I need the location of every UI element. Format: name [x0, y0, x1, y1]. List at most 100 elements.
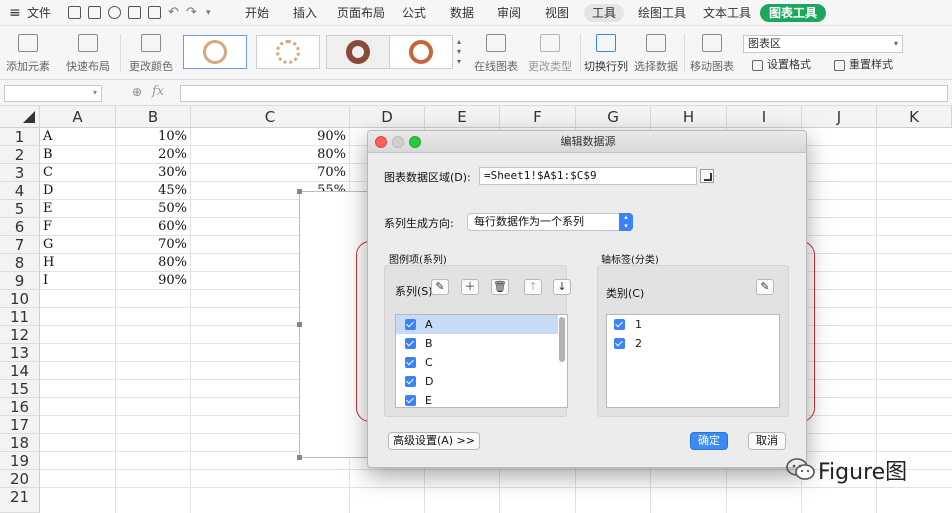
zoom-window-icon[interactable]	[409, 136, 421, 148]
resize-handle[interactable]	[297, 455, 302, 460]
row-header-8[interactable]: 8	[0, 254, 40, 272]
cell-a9[interactable]: I	[40, 272, 115, 290]
row-header-15[interactable]: 15	[0, 380, 40, 398]
column-header-b[interactable]: B	[116, 106, 191, 128]
move-chart-button[interactable]: 移动图表	[690, 26, 734, 80]
tab-text-tools[interactable]: 文本工具	[703, 0, 751, 26]
tab-chart-tools[interactable]: 图表工具	[760, 4, 827, 22]
open-folder-icon[interactable]	[68, 6, 81, 19]
tab-insert[interactable]: 插入	[293, 0, 317, 26]
row-header-11[interactable]: 11	[0, 308, 40, 326]
switch-row-col-button[interactable]: 切换行列	[584, 26, 628, 80]
series-direction-select[interactable]: 每行数据作为一个系列 ▴ ▾	[467, 213, 633, 231]
column-header-f[interactable]: F	[500, 106, 576, 128]
cell-b2[interactable]: 20%	[116, 146, 190, 164]
print-preview-icon[interactable]	[148, 6, 161, 19]
cell-a5[interactable]: E	[40, 200, 115, 218]
edit-series-button[interactable]: ✎	[431, 279, 449, 295]
resize-handle[interactable]	[297, 189, 302, 194]
tab-home[interactable]: 开始	[245, 0, 269, 26]
cell-a6[interactable]: F	[40, 218, 115, 236]
cell-b1[interactable]: 10%	[116, 128, 190, 146]
zoom-search-icon[interactable]: ⊕	[132, 85, 142, 99]
tab-review[interactable]: 审阅	[497, 0, 521, 26]
save-icon[interactable]	[88, 6, 101, 19]
move-series-down-button[interactable]: ↓	[553, 279, 571, 295]
minimize-window-icon[interactable]	[392, 136, 404, 148]
redo-icon[interactable]: ↷	[186, 0, 197, 26]
chart-style-thumbnail-2[interactable]	[256, 35, 320, 69]
category-item-1[interactable]: 1	[607, 315, 779, 334]
edit-category-button[interactable]: ✎	[756, 279, 774, 295]
tab-drawing-tools[interactable]: 绘图工具	[638, 0, 686, 26]
chart-style-thumbnail-1[interactable]	[183, 35, 247, 69]
row-header-9[interactable]: 9	[0, 272, 40, 290]
style-gallery-scroll-icon[interactable]: ▴ ▾ ▾	[457, 37, 461, 67]
cell-b9[interactable]: 90%	[116, 272, 190, 290]
row-header-17[interactable]: 17	[0, 416, 40, 434]
resize-handle[interactable]	[297, 322, 302, 327]
tab-data[interactable]: 数据	[450, 0, 474, 26]
column-header-e[interactable]: E	[425, 106, 500, 128]
series-item-e[interactable]: E	[396, 391, 558, 407]
menu-file[interactable]: 文件	[27, 0, 51, 26]
checkbox-checked-icon[interactable]	[405, 319, 416, 330]
cell-a2[interactable]: B	[40, 146, 115, 164]
tab-page-layout[interactable]: 页面布局	[337, 0, 385, 26]
ok-button[interactable]: 确定	[690, 432, 728, 450]
cell-b6[interactable]: 60%	[116, 218, 190, 236]
row-header-16[interactable]: 16	[0, 398, 40, 416]
checkbox-checked-icon[interactable]	[405, 338, 416, 349]
cell-b3[interactable]: 30%	[116, 164, 190, 182]
undo-icon[interactable]: ↶	[168, 0, 179, 26]
tab-formulas[interactable]: 公式	[402, 0, 426, 26]
advanced-settings-button[interactable]: 高级设置(A) >>	[388, 432, 480, 450]
column-header-g[interactable]: G	[576, 106, 651, 128]
tab-tools[interactable]: 工具	[584, 4, 625, 22]
row-header-21[interactable]: 21	[0, 488, 40, 513]
chart-element-select[interactable]: 图表区 ▾	[743, 35, 903, 53]
select-data-button[interactable]: 选择数据	[634, 26, 678, 80]
data-range-input[interactable]: =Sheet1!$A$1:$C$9	[479, 167, 697, 185]
chart-style-thumbnail-4[interactable]	[389, 35, 453, 69]
collapse-dialog-icon[interactable]	[700, 169, 714, 183]
tab-view[interactable]: 视图	[545, 0, 569, 26]
checkbox-checked-icon[interactable]	[405, 357, 416, 368]
category-item-2[interactable]: 2	[607, 334, 779, 353]
row-header-19[interactable]: 19	[0, 452, 40, 470]
add-series-button[interactable]: ＋	[461, 279, 479, 295]
row-header-2[interactable]: 2	[0, 146, 40, 164]
series-item-b[interactable]: B	[396, 334, 558, 353]
checkbox-checked-icon[interactable]	[614, 319, 625, 330]
cell-c1[interactable]: 90%	[191, 128, 349, 146]
row-header-4[interactable]: 4	[0, 182, 40, 200]
quick-layout-button[interactable]: 快速布局	[62, 26, 114, 80]
cell-a8[interactable]: H	[40, 254, 115, 272]
column-header-k[interactable]: K	[877, 106, 952, 128]
series-item-a[interactable]: A	[396, 315, 558, 334]
checkbox-checked-icon[interactable]	[405, 376, 416, 387]
row-header-14[interactable]: 14	[0, 362, 40, 380]
row-header-7[interactable]: 7	[0, 236, 40, 254]
reset-style-button[interactable]: 重置样式	[834, 57, 893, 73]
row-header-12[interactable]: 12	[0, 326, 40, 344]
row-header-6[interactable]: 6	[0, 218, 40, 236]
series-listbox[interactable]: A B C D E	[395, 314, 568, 408]
row-header-10[interactable]: 10	[0, 290, 40, 308]
column-header-a[interactable]: A	[40, 106, 116, 128]
set-format-button[interactable]: 设置格式	[752, 57, 811, 73]
close-window-icon[interactable]	[375, 136, 387, 148]
print-icon[interactable]	[128, 6, 141, 19]
cell-a7[interactable]: G	[40, 236, 115, 254]
column-header-d[interactable]: D	[350, 106, 425, 128]
row-header-20[interactable]: 20	[0, 470, 40, 488]
format-painter-icon[interactable]	[108, 6, 121, 19]
fx-icon[interactable]: fx	[152, 84, 164, 99]
quick-access-dropdown-icon[interactable]: ▾	[206, 0, 211, 26]
cell-a1[interactable]: A	[40, 128, 115, 146]
cell-a3[interactable]: C	[40, 164, 115, 182]
cell-b7[interactable]: 70%	[116, 236, 190, 254]
cell-c2[interactable]: 80%	[191, 146, 349, 164]
checkbox-checked-icon[interactable]	[405, 395, 416, 406]
hamburger-menu-icon[interactable]: ≡	[9, 0, 21, 26]
